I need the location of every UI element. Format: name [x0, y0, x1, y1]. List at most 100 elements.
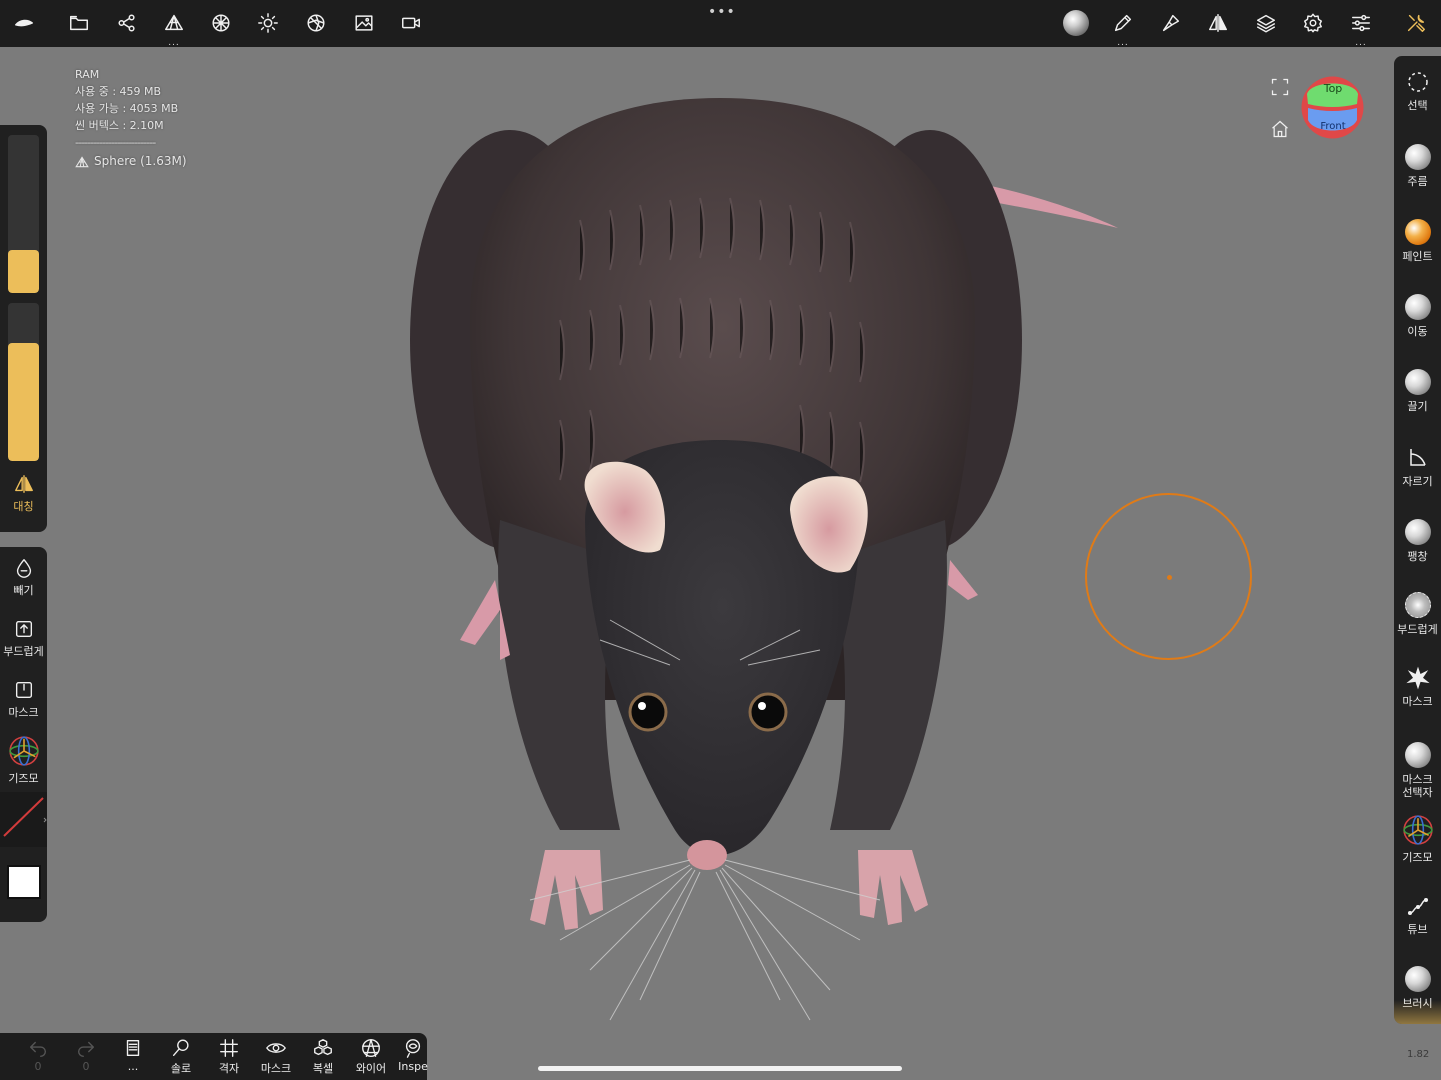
subtract-button[interactable]: 빼기 [0, 557, 47, 598]
paint-brush-icon[interactable] [1151, 4, 1191, 42]
color-swatch[interactable] [7, 865, 41, 899]
tool-mask[interactable]: 마스크 [1394, 666, 1441, 708]
paint-icon [1404, 219, 1431, 245]
sliders-icon[interactable]: ... [1341, 4, 1381, 48]
brush-icon [1404, 966, 1431, 992]
mesh-icon[interactable]: ... [154, 4, 194, 48]
history-button[interactable]: ... [111, 1037, 155, 1073]
smooth-button[interactable]: 부드럽게 [0, 618, 47, 659]
gizmo-icon [8, 736, 39, 766]
tool-crease-label: 주름 [1407, 175, 1428, 188]
radius-slider[interactable] [8, 135, 39, 293]
tool-drag-label: 끌기 [1407, 400, 1428, 413]
symmetry-icon [14, 475, 33, 493]
version-label: 1.82 [1407, 1049, 1430, 1060]
tool-paint[interactable]: 페인트 [1394, 219, 1441, 263]
brush-cursor [1085, 493, 1252, 660]
share-icon[interactable] [107, 4, 147, 42]
tube-icon [1407, 897, 1428, 916]
history-dots: ... [127, 1060, 139, 1073]
tool-mask-selector-label: 마스크 선택자 [1402, 773, 1433, 799]
layers-icon[interactable] [1246, 4, 1286, 42]
nav-cube[interactable]: Top Front [1301, 76, 1364, 139]
left-slider-panel: 대칭 [0, 125, 47, 532]
mask-icon [15, 681, 32, 699]
tool-drag[interactable]: 끌기 [1394, 369, 1441, 413]
mesh-icon [75, 155, 89, 167]
mask-label: 마스크 [8, 706, 39, 719]
home-icon[interactable] [1270, 119, 1290, 139]
grid-button[interactable]: 격자 [207, 1037, 251, 1076]
light-icon[interactable] [248, 4, 288, 42]
3d-viewport[interactable]: RAM 사용 중 : 459 MB 사용 가능 : 4053 MB 씬 버텍스 … [0, 47, 1441, 1080]
voxel-icon [314, 1039, 332, 1056]
redo-button[interactable]: 0 [64, 1037, 108, 1073]
mask-icon [1405, 666, 1430, 690]
undo-icon [29, 1041, 46, 1057]
brush-center-dot [1167, 575, 1172, 580]
undo-count: 0 [34, 1060, 42, 1073]
tool-smooth[interactable]: 부드럽게 [1394, 592, 1441, 636]
frame-view-icon[interactable] [1270, 77, 1290, 97]
more-dots[interactable]: ••• [708, 4, 736, 20]
tool-mask-selector[interactable]: 마스크 선택자 [1394, 742, 1441, 799]
camera-icon[interactable] [391, 4, 431, 42]
smooth-label: 부드럽게 [3, 645, 44, 658]
tool-select[interactable]: 선택 [1394, 70, 1441, 112]
background-image-icon[interactable] [344, 4, 384, 42]
grid-icon [220, 1039, 238, 1057]
home-indicator[interactable] [538, 1066, 902, 1071]
symmetry-label: 대칭 [13, 500, 34, 513]
radius-slider-fill [8, 250, 39, 293]
subtract-label: 빼기 [13, 584, 34, 597]
mask-button[interactable]: 마스크 [0, 679, 47, 720]
settings-icon[interactable] [1293, 4, 1333, 42]
nose [687, 840, 727, 870]
tool-gizmo[interactable]: 기즈모 [1394, 814, 1441, 864]
gizmo-label: 기즈모 [8, 772, 39, 785]
alpha-preview[interactable] [0, 792, 47, 847]
tool-tube-label: 튜브 [1407, 923, 1428, 936]
symmetry-icon[interactable] [1198, 4, 1238, 42]
gizmo-button[interactable]: 기즈모 [0, 735, 47, 786]
mask-selector-icon [1404, 742, 1431, 768]
duplicate-button[interactable]: 복셀 [301, 1037, 345, 1076]
tool-move[interactable]: 이동 [1394, 294, 1441, 338]
undo-button[interactable]: 0 [16, 1037, 60, 1073]
mesh-info[interactable]: Sphere (1.63M) [75, 153, 187, 170]
drop-icon [16, 559, 31, 578]
solo-button[interactable]: 솔로 [159, 1037, 203, 1076]
inspect-icon [405, 1039, 421, 1058]
mask-visibility-button[interactable]: 마스크 [254, 1037, 298, 1076]
right-eye [748, 692, 788, 732]
logo-icon[interactable] [4, 4, 44, 42]
symmetry-button[interactable]: 대칭 [0, 473, 47, 514]
left-paw [530, 850, 603, 930]
shading-icon[interactable] [296, 4, 336, 42]
tools-icon[interactable] [1396, 4, 1436, 42]
material-icon[interactable] [1056, 4, 1096, 42]
nav-cube-top-label: Top [1323, 82, 1343, 95]
folder-icon[interactable] [59, 4, 99, 42]
solo-label: 솔로 [170, 1062, 192, 1075]
brush-pen-icon[interactable]: ... [1103, 4, 1143, 48]
right-tool-panel: 선택 주름 페인트 이동 끌기 자르기 팽창 부드럽게 마스크 마스크 선택자 [1394, 56, 1441, 1024]
eye-icon [266, 1043, 286, 1053]
tool-trim[interactable]: 자르기 [1394, 446, 1441, 488]
wireframe-button[interactable]: 와이어 [349, 1037, 393, 1076]
redo-icon [78, 1041, 95, 1057]
inspect-button[interactable]: Inspe [396, 1037, 430, 1073]
tool-inflate[interactable]: 팽창 [1394, 519, 1441, 563]
tool-crease[interactable]: 주름 [1394, 144, 1441, 188]
left-eye [628, 692, 668, 732]
top-toolbar: ... ••• ... ... [0, 0, 1441, 48]
tool-mask-label: 마스크 [1402, 695, 1433, 708]
topology-icon[interactable] [201, 4, 241, 42]
right-paw [858, 850, 928, 925]
tool-move-label: 이동 [1407, 325, 1428, 338]
intensity-slider[interactable] [8, 303, 39, 461]
tool-tube[interactable]: 튜브 [1394, 894, 1441, 936]
wireframe-label: 와이어 [355, 1062, 387, 1075]
grid-label: 격자 [218, 1062, 240, 1075]
stats-overlay: RAM 사용 중 : 459 MB 사용 가능 : 4053 MB 씬 버텍스 … [75, 66, 187, 170]
